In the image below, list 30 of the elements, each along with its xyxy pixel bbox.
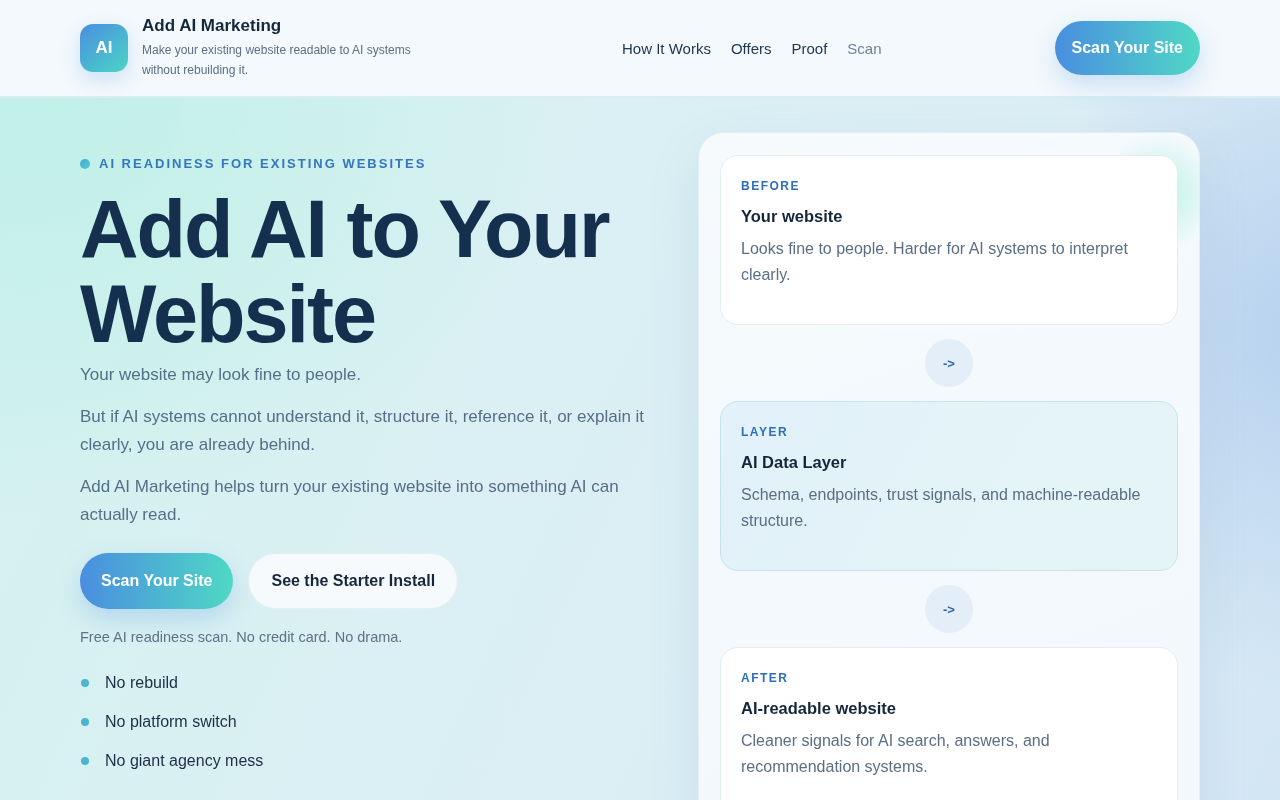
card-label: AFTER — [741, 670, 790, 686]
nav-link[interactable]: Proof — [791, 39, 828, 57]
bullet-text: No platform switch — [105, 712, 237, 732]
card-label: LAYER — [741, 424, 790, 440]
card-title: Your website — [741, 206, 844, 227]
card-description: Looks fine to people. Harder for AI systems to interpret clearly. — [741, 239, 1129, 285]
nav-link[interactable]: Offers — [730, 39, 772, 57]
logo-tile: AI — [80, 24, 128, 72]
starter-install-button[interactable]: See the Starter Install — [248, 553, 459, 609]
hero-paragraph: Your website may look fine to people. — [80, 364, 362, 386]
card-description: Schema, endpoints, trust signals, and machine-readable structure. — [741, 485, 1142, 531]
bullet-dot-icon — [81, 757, 89, 765]
scan-note: Free AI readiness scan. No credit card. No drama. — [80, 628, 404, 647]
bullet-text: No rebuild — [105, 673, 178, 693]
brand-tagline: Make your existing website readable to AI systems without rebuilding it. — [142, 42, 412, 79]
hero-paragraph: But if AI systems cannot understand it, structure it, reference it, or explain it clearly, you are already behind. — [80, 406, 646, 456]
bullet-dot-icon — [81, 718, 89, 726]
nav-link[interactable]: Scan — [847, 39, 882, 57]
card-label: BEFORE — [741, 178, 801, 194]
nav-link[interactable]: How It Works — [622, 39, 711, 57]
brand-name: Add AI Marketing — [142, 16, 283, 36]
hero-headline: Add AI to Your Website — [80, 187, 610, 357]
bullet-dot-icon — [81, 679, 89, 687]
dot-icon — [80, 158, 90, 169]
card-title: AI Data Layer — [741, 452, 848, 473]
eyebrow-text: AI READINESS FOR EXISTING WEBSITES — [99, 156, 427, 171]
card-description: Cleaner signals for AI search, answers, and recommendation systems. — [741, 731, 1051, 777]
hero-paragraph: Add AI Marketing helps turn your existing website into something AI can actually read. — [80, 476, 620, 526]
bullet-text: No giant agency mess — [105, 751, 264, 771]
card-title: AI-readable website — [741, 698, 897, 719]
